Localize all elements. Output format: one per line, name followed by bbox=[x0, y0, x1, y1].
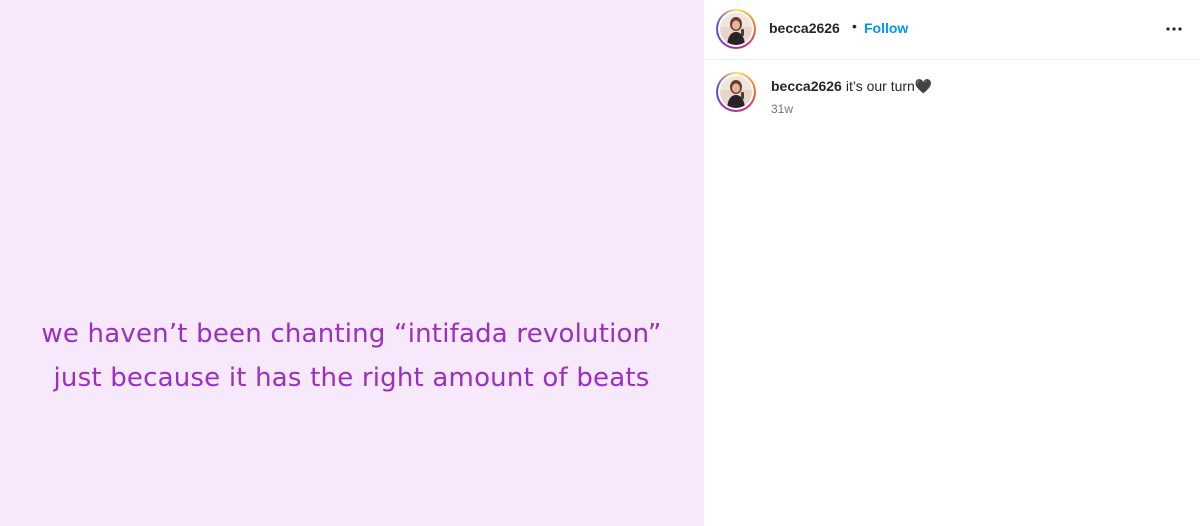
post-image[interactable]: we haven’t been chanting “intifada revol… bbox=[0, 0, 703, 526]
post-image-text-line-2: just because it has the right amount of … bbox=[53, 363, 650, 393]
caption-line: becca2626 it’s our turn🖤 bbox=[771, 78, 932, 95]
header-separator: • bbox=[852, 18, 857, 34]
caption-text: it’s our turn🖤 bbox=[845, 78, 933, 94]
caption-avatar[interactable] bbox=[716, 72, 756, 112]
avatar-photo-icon bbox=[720, 13, 752, 45]
post-timestamp[interactable]: 31w bbox=[771, 102, 793, 116]
caption-username[interactable]: becca2626 bbox=[771, 78, 842, 94]
follow-button[interactable]: Follow bbox=[864, 20, 908, 36]
avatar-photo-icon bbox=[720, 76, 752, 108]
post-header: becca2626 • Follow bbox=[704, 0, 1200, 60]
header-username[interactable]: becca2626 bbox=[769, 20, 840, 36]
post-image-text: we haven’t been chanting “intifada revol… bbox=[0, 312, 703, 400]
author-avatar[interactable] bbox=[716, 9, 756, 49]
more-options-button[interactable] bbox=[1159, 14, 1189, 44]
post-side-panel: becca2626 • Follow becca2626 it’s our tu… bbox=[703, 0, 1200, 526]
more-horizontal-icon bbox=[1166, 27, 1182, 31]
post-image-text-line-1: we haven’t been chanting “intifada revol… bbox=[41, 319, 662, 349]
